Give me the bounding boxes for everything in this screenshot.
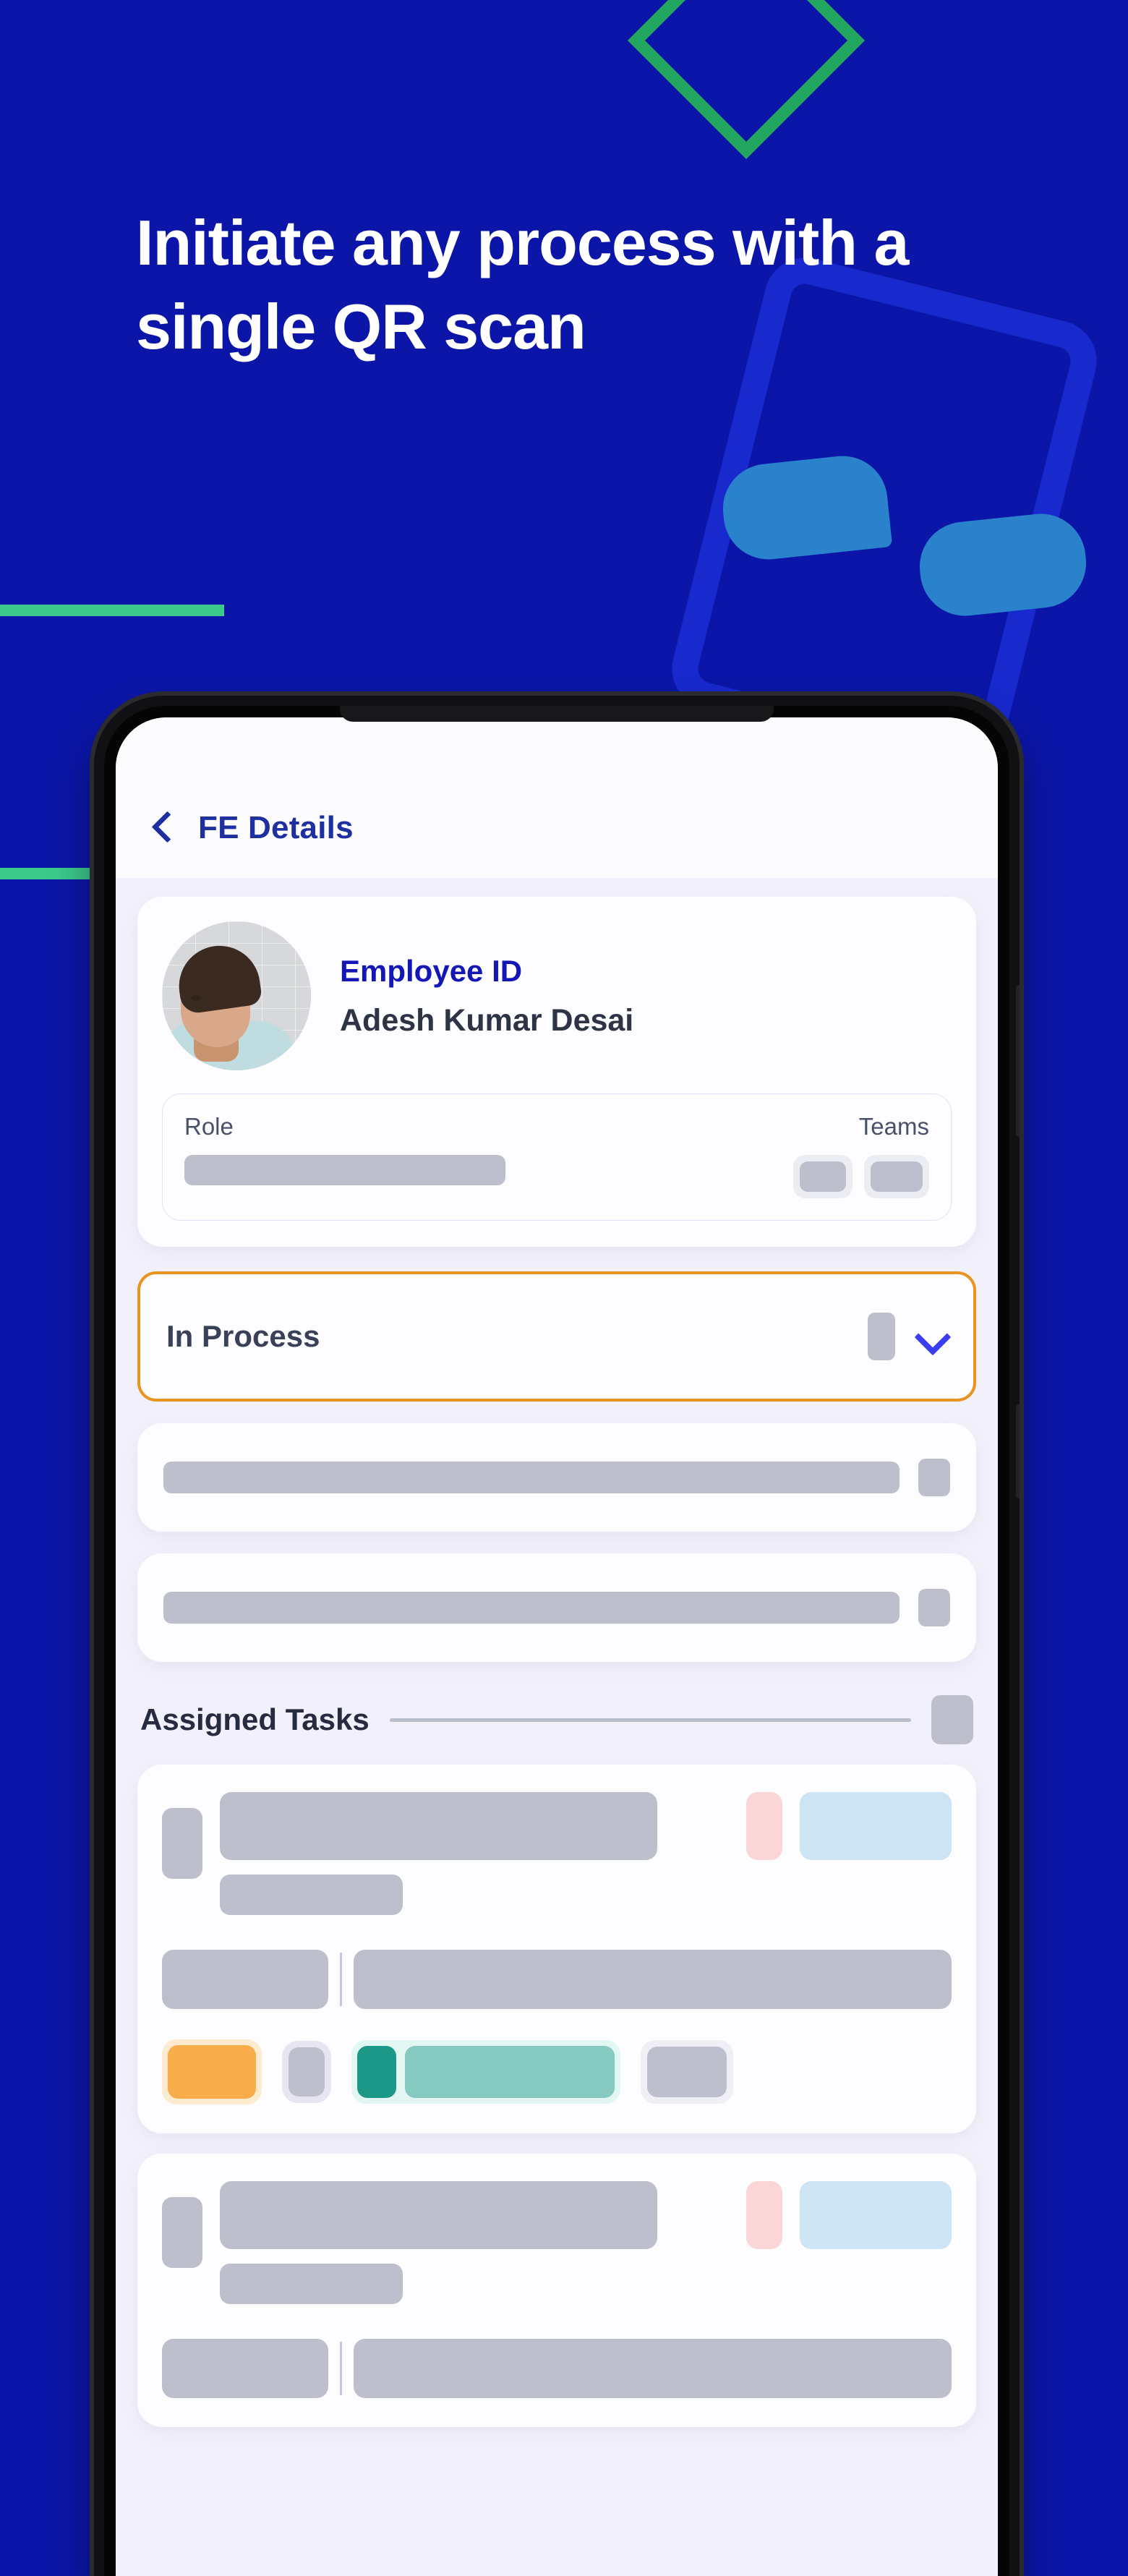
list-item-badge	[918, 1459, 950, 1496]
promo-headline: Initiate any process with a single QR sc…	[136, 207, 909, 363]
task-tag-grey[interactable]	[282, 2041, 331, 2103]
task-title-group	[220, 1792, 729, 1915]
task-subtitle-placeholder	[220, 1875, 403, 1915]
task-priority-tag	[746, 2181, 782, 2249]
task-meta-divider	[340, 2342, 342, 2395]
task-title-placeholder	[220, 2181, 658, 2249]
task-card[interactable]	[137, 1765, 976, 2133]
phone-mockup: FE Details Employee ID Adesh Kumar Desai…	[94, 696, 1020, 2576]
employee-card: Employee ID Adesh Kumar Desai Role Teams	[137, 897, 976, 1247]
status-badge-placeholder	[868, 1313, 895, 1360]
task-title-group	[220, 2181, 729, 2304]
employee-name: Adesh Kumar Desai	[340, 1002, 634, 1038]
task-tag-orange[interactable]	[162, 2039, 262, 2104]
employee-top: Employee ID Adesh Kumar Desai	[162, 921, 952, 1070]
task-status-tag	[800, 1792, 952, 1860]
task-subtitle-placeholder	[220, 2264, 403, 2304]
phone-volume-button	[1016, 985, 1020, 1137]
task-priority-tag	[746, 1792, 782, 1860]
task-meta-divider	[340, 1953, 342, 2006]
section-title: Assigned Tasks	[140, 1702, 369, 1736]
task-meta-left	[162, 2339, 328, 2398]
role-value-placeholder	[184, 1155, 505, 1185]
status-value: In Process	[166, 1319, 320, 1353]
task-status-tag	[800, 2181, 952, 2249]
assigned-tasks-header: Assigned Tasks	[137, 1695, 976, 1744]
task-row-primary	[162, 1792, 952, 1915]
list-item[interactable]	[137, 1553, 976, 1662]
task-tag-teal[interactable]	[351, 2040, 620, 2104]
list-item-placeholder	[163, 1592, 900, 1624]
divider	[389, 1718, 911, 1722]
teams-column: Teams	[793, 1113, 929, 1198]
phone-notch	[340, 706, 774, 722]
task-row-primary	[162, 2181, 952, 2304]
task-row-meta	[162, 2339, 952, 2398]
role-teams-box: Role Teams	[162, 1093, 952, 1221]
task-title-placeholder	[220, 1792, 658, 1860]
app-header: FE Details	[116, 717, 998, 878]
role-label: Role	[184, 1113, 234, 1140]
page-title: FE Details	[198, 810, 354, 845]
role-column: Role	[184, 1113, 793, 1185]
task-icon-placeholder	[162, 1808, 202, 1879]
task-tag-plain[interactable]	[641, 2040, 733, 2104]
phone-bezel: FE Details Employee ID Adesh Kumar Desai…	[104, 706, 1009, 2576]
green-diamond-shape	[627, 0, 866, 160]
chevron-down-icon[interactable]	[914, 1320, 947, 1353]
phone-power-button	[1016, 1404, 1020, 1498]
task-meta-right	[354, 2339, 952, 2398]
blue-pill-shape-right	[915, 509, 1091, 620]
team-chip	[864, 1155, 929, 1198]
chevron-left-icon[interactable]	[148, 811, 176, 840]
task-icon-placeholder	[162, 2197, 202, 2268]
teams-chip-list	[793, 1155, 929, 1198]
list-item-placeholder	[163, 1462, 900, 1493]
task-meta-right	[354, 1950, 952, 2009]
blue-pill-shape-left	[718, 451, 893, 564]
employee-id-label: Employee ID	[340, 953, 523, 988]
task-row-meta	[162, 1950, 952, 2009]
status-dropdown[interactable]: In Process	[137, 1271, 976, 1402]
task-card[interactable]	[137, 2154, 976, 2427]
tasks-count-badge	[931, 1695, 973, 1744]
list-item-badge	[918, 1589, 950, 1626]
app-body: Employee ID Adesh Kumar Desai Role Teams	[116, 878, 998, 2576]
avatar	[162, 921, 311, 1070]
phone-screen: FE Details Employee ID Adesh Kumar Desai…	[116, 717, 998, 2576]
team-chip	[793, 1155, 853, 1198]
teams-label: Teams	[858, 1113, 929, 1140]
list-item[interactable]	[137, 1423, 976, 1532]
task-row-tags	[162, 2039, 952, 2104]
employee-meta: Employee ID Adesh Kumar Desai	[340, 954, 633, 1038]
task-meta-left	[162, 1950, 328, 2009]
